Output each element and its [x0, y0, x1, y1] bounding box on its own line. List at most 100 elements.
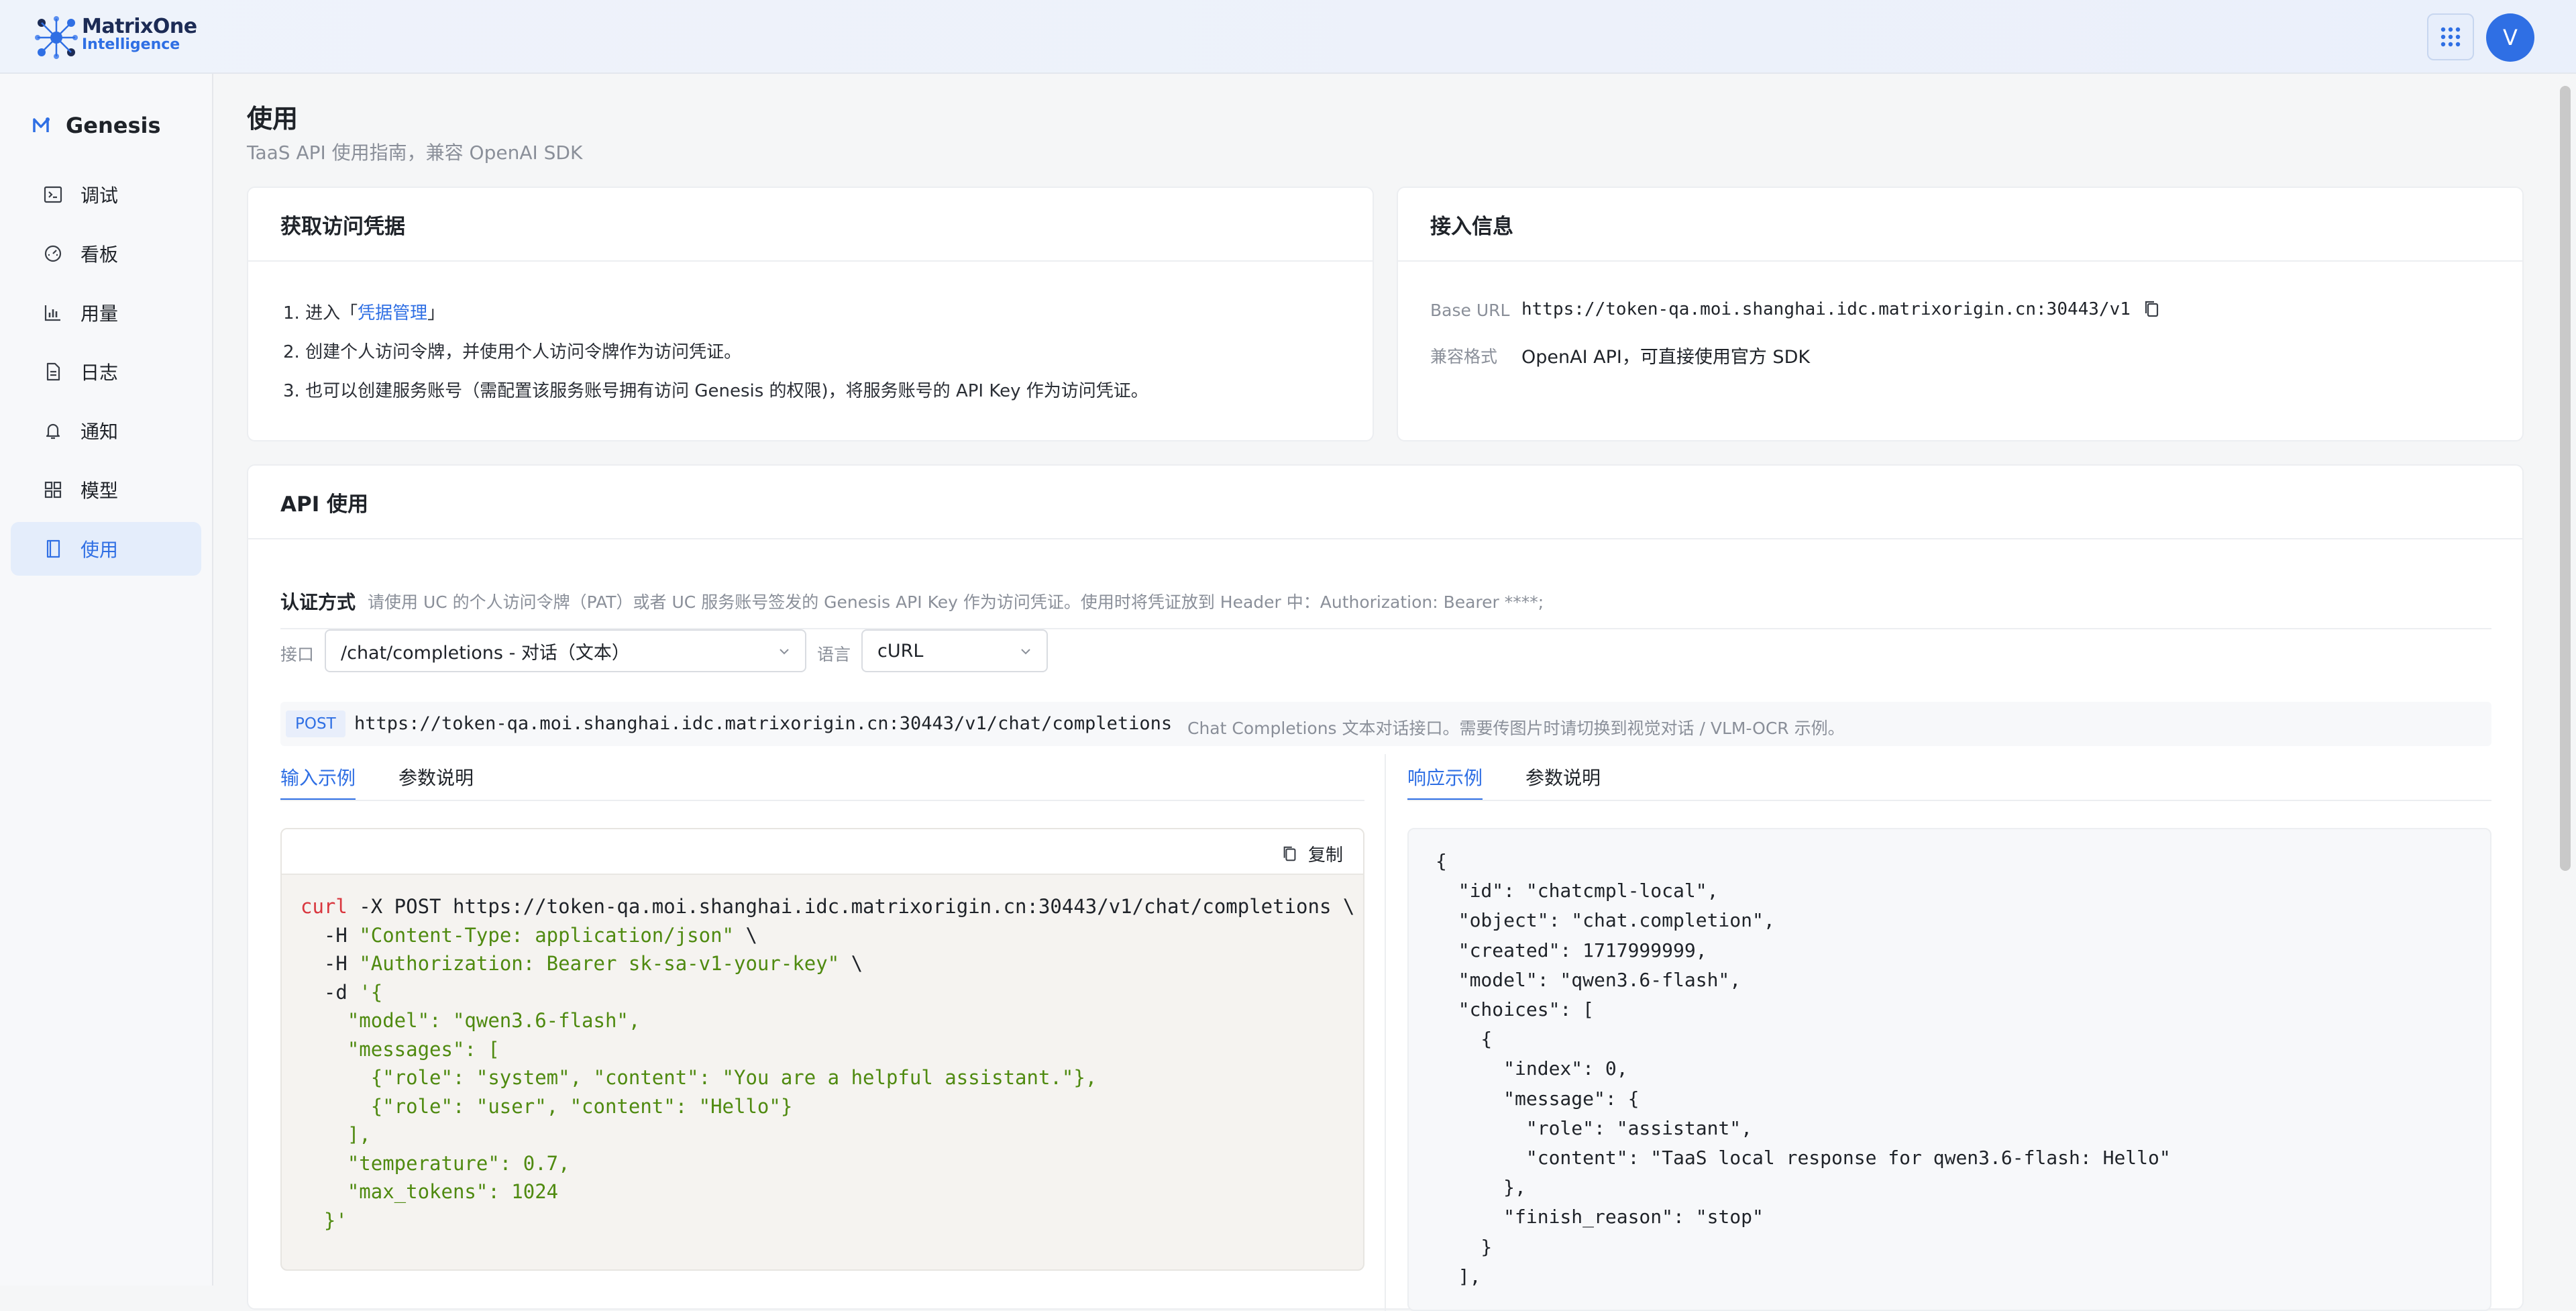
- panel-divider: [1385, 754, 1386, 1311]
- bar-chart-icon: [44, 305, 60, 321]
- sidebar-item-dashboard[interactable]: 看板: [11, 227, 201, 280]
- endpoint-bar: POST https://token-qa.moi.shanghai.idc.m…: [280, 702, 2491, 746]
- matrixone-logo-icon: [35, 16, 78, 59]
- code-line: },: [1436, 1176, 1526, 1199]
- top-bar: MatrixOne Intelligence V: [0, 0, 2576, 74]
- tab-response-example[interactable]: 响应示例: [1407, 764, 1483, 790]
- credentials-step-2: 2. 创建个人访问令牌，并使用个人访问令牌作为访问凭证。: [283, 342, 742, 362]
- tabs-divider: [280, 800, 1364, 801]
- endpoint-select-value: /chat/completions - 对话（文本）: [341, 642, 630, 664]
- grid-icon: [44, 481, 62, 499]
- code-token: {"role": "system", "content": "You are a…: [301, 1066, 1097, 1089]
- code-token: curl: [301, 895, 347, 918]
- request-code: curl -X POST https://token-qa.moi.shangh…: [282, 875, 1363, 1252]
- credentials-step-3: 3. 也可以创建服务账号（需配置该服务账号拥有访问 Genesis 的权限)，将…: [283, 381, 1148, 401]
- language-select[interactable]: cURL: [861, 629, 1048, 672]
- code-token: "messages": [: [301, 1037, 500, 1061]
- sidebar-item-usage[interactable]: 用量: [11, 286, 201, 339]
- code-token: '{: [359, 980, 383, 1004]
- code-line: "messages": [: [301, 1038, 500, 1061]
- tab-input-example[interactable]: 输入示例: [280, 764, 356, 790]
- code-line: curl -X POST https://token-qa.moi.shangh…: [301, 895, 1354, 918]
- code-token: -X POST https://token-qa.moi.shanghai.id…: [347, 895, 1355, 918]
- code-line: {"role": "system", "content": "You are a…: [301, 1066, 1097, 1089]
- code-token: -d: [301, 980, 360, 1004]
- page-scrollbar[interactable]: [2560, 86, 2571, 871]
- compat-format-value: OpenAI API，可直接使用官方 SDK: [1521, 347, 1811, 368]
- book-icon: [46, 539, 60, 558]
- step-1-prefix: 1. 进入「: [283, 303, 358, 323]
- code-line: "choices": [: [1436, 998, 1595, 1021]
- sidebar-item-label: 看板: [80, 244, 119, 266]
- sidebar-item-label: 用量: [80, 303, 119, 325]
- code-token: "model": "qwen3.6-flash",: [301, 1009, 641, 1032]
- language-select-value: cURL: [877, 640, 924, 662]
- brand-subname: Intelligence: [82, 36, 180, 53]
- code-line: }': [301, 1209, 347, 1232]
- page-subtitle: TaaS API 使用指南，兼容 OpenAI SDK: [247, 142, 583, 164]
- endpoint-select[interactable]: /chat/completions - 对话（文本）: [325, 629, 806, 672]
- code-line: "message": {: [1436, 1087, 1640, 1110]
- code-line: -H "Authorization: Bearer sk-sa-v1-your-…: [301, 952, 863, 975]
- chevron-down-icon: [1021, 649, 1030, 655]
- tab-input-params[interactable]: 参数说明: [398, 764, 474, 790]
- code-line: -d '{: [301, 981, 382, 1004]
- code-token: }': [301, 1208, 347, 1232]
- sidebar-item-usage-guide[interactable]: 使用: [11, 522, 201, 576]
- base-url-label: Base URL: [1430, 301, 1510, 320]
- brand-name: MatrixOne: [82, 15, 197, 38]
- endpoint-note: Chat Completions 文本对话接口。需要传图片时请切换到视觉对话 /…: [1187, 719, 1845, 738]
- sidebar-item-logs[interactable]: 日志: [11, 345, 201, 399]
- terminal-icon: [44, 186, 62, 203]
- code-toolbar: 复制: [282, 829, 1363, 875]
- credentials-card: 获取访问凭据 1. 进入「凭据管理」 2. 创建个人访问令牌，并使用个人访问令牌…: [247, 187, 1374, 441]
- code-token: -H: [301, 923, 360, 947]
- code-line: }: [1436, 1235, 1493, 1258]
- code-line: "index": 0,: [1436, 1057, 1628, 1080]
- code-line: ],: [1436, 1265, 1481, 1288]
- code-line: ],: [301, 1123, 371, 1146]
- code-token: "max_tokens": 1024: [301, 1180, 559, 1203]
- credentials-card-title: 获取访问凭据: [248, 188, 1373, 262]
- code-token: "Content-Type: application/json": [359, 923, 735, 947]
- copy-icon: [1283, 846, 1296, 861]
- code-line: "id": "chatcmpl-local",: [1436, 880, 1719, 902]
- code-line: "content": "TaaS local response for qwen…: [1436, 1147, 2171, 1169]
- code-line: "created": 1717999999,: [1436, 939, 1707, 961]
- sidebar-item-label: 调试: [80, 185, 119, 207]
- copy-button[interactable]: 复制: [1281, 841, 1343, 866]
- code-line: "finish_reason": "stop": [1436, 1206, 1764, 1228]
- code-token: {"role": "user", "content": "Hello"}: [301, 1094, 793, 1118]
- code-line: "object": "chat.completion",: [1436, 909, 1775, 932]
- credentials-step-1: 1. 进入「凭据管理」: [283, 299, 445, 324]
- credentials-management-link[interactable]: 凭据管理: [358, 303, 427, 323]
- sidebar-item-models[interactable]: 模型: [11, 463, 201, 517]
- sidebar-item-notifications[interactable]: 通知: [11, 404, 201, 458]
- user-avatar[interactable]: V: [2486, 13, 2534, 62]
- base-url-value: https://token-qa.moi.shanghai.idc.matrix…: [1521, 299, 2131, 319]
- sidebar-item-label: 模型: [80, 480, 119, 502]
- dashboard-icon: [44, 245, 62, 262]
- tab-response-params[interactable]: 参数说明: [1525, 764, 1601, 790]
- copy-icon[interactable]: [2143, 299, 2161, 319]
- code-line: "role": "assistant",: [1436, 1116, 1753, 1139]
- code-line: {: [1436, 1028, 1493, 1051]
- code-token: \: [839, 952, 863, 975]
- code-token: -H: [301, 952, 360, 975]
- apps-menu-button[interactable]: [2427, 13, 2474, 60]
- code-token: "temperature": 0.7,: [301, 1151, 570, 1175]
- api-usage-card-title: API 使用: [248, 466, 2522, 539]
- endpoint-url: https://token-qa.moi.shanghai.idc.matrix…: [354, 713, 1173, 734]
- code-line: {: [1436, 850, 1447, 872]
- access-info-card: 接入信息 Base URL https://token-qa.moi.shang…: [1397, 187, 2524, 441]
- language-label: 语言: [817, 645, 851, 664]
- code-token: "Authorization: Bearer sk-sa-v1-your-key…: [359, 952, 840, 975]
- sidebar: Genesis 调试 看板 用量 日志 通知 模型 使用: [0, 74, 213, 1286]
- compat-format-label: 兼容格式: [1430, 347, 1498, 366]
- sidebar-title-text: Genesis: [66, 113, 161, 138]
- sidebar-title: Genesis: [31, 113, 161, 138]
- sidebar-item-debug[interactable]: 调试: [11, 168, 201, 221]
- code-line: -H "Content-Type: application/json" \: [301, 924, 757, 947]
- sidebar-item-label: 日志: [80, 362, 119, 384]
- auth-method-label: 认证方式: [280, 591, 356, 613]
